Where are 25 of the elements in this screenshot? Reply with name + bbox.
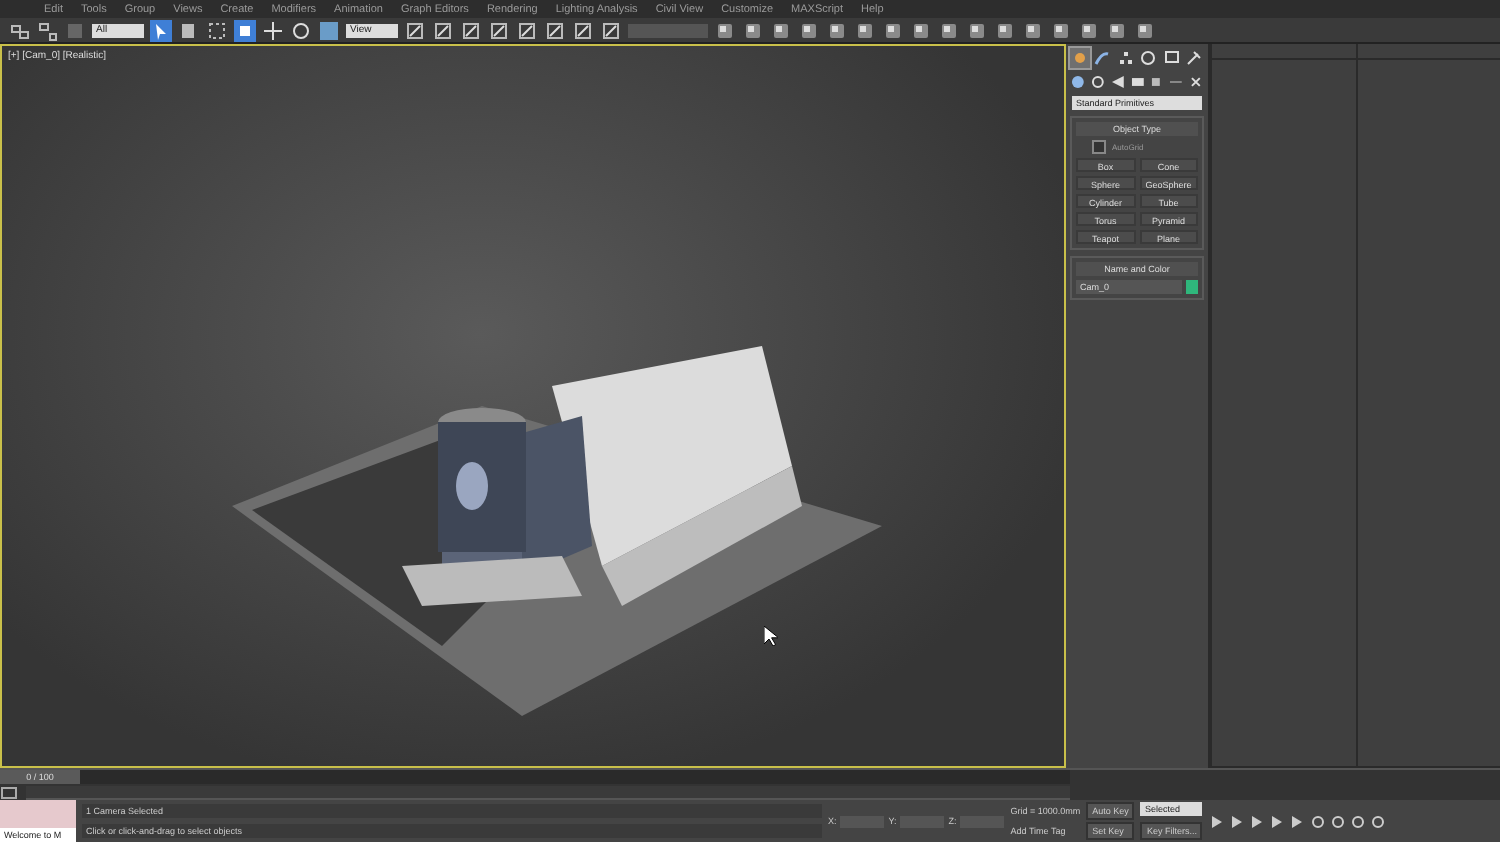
circle-icon — [1140, 50, 1157, 66]
monitor-icon — [1163, 50, 1180, 66]
circle-tab[interactable] — [1139, 48, 1158, 68]
rotate-icon[interactable] — [290, 19, 312, 41]
hammer-icon — [1186, 50, 1203, 66]
monitor-tab[interactable] — [1162, 48, 1181, 68]
sphere-icon[interactable] — [1070, 74, 1086, 90]
hierarchy-icon — [1117, 50, 1134, 66]
color-swatch[interactable] — [1186, 280, 1198, 294]
play-icon[interactable] — [1248, 813, 1265, 829]
bend-tab[interactable] — [1093, 48, 1112, 68]
shapes-icon[interactable] — [1089, 74, 1106, 90]
autogrid-checkbox[interactable] — [1092, 140, 1106, 154]
bend-icon — [1094, 50, 1111, 66]
unlink-icon[interactable] — [36, 19, 58, 41]
rect-region-icon[interactable] — [206, 19, 228, 41]
link-icon[interactable] — [8, 19, 30, 41]
window-crossing-icon[interactable] — [234, 19, 256, 41]
named-selection-field[interactable] — [628, 23, 708, 37]
track-bar[interactable] — [26, 785, 1070, 799]
hammer-tab[interactable] — [1185, 48, 1204, 68]
mouse-cursor-icon — [764, 626, 778, 646]
sun-icon — [1071, 50, 1088, 66]
pointer-icon[interactable] — [150, 19, 172, 41]
hierarchy-tab[interactable] — [1116, 48, 1135, 68]
